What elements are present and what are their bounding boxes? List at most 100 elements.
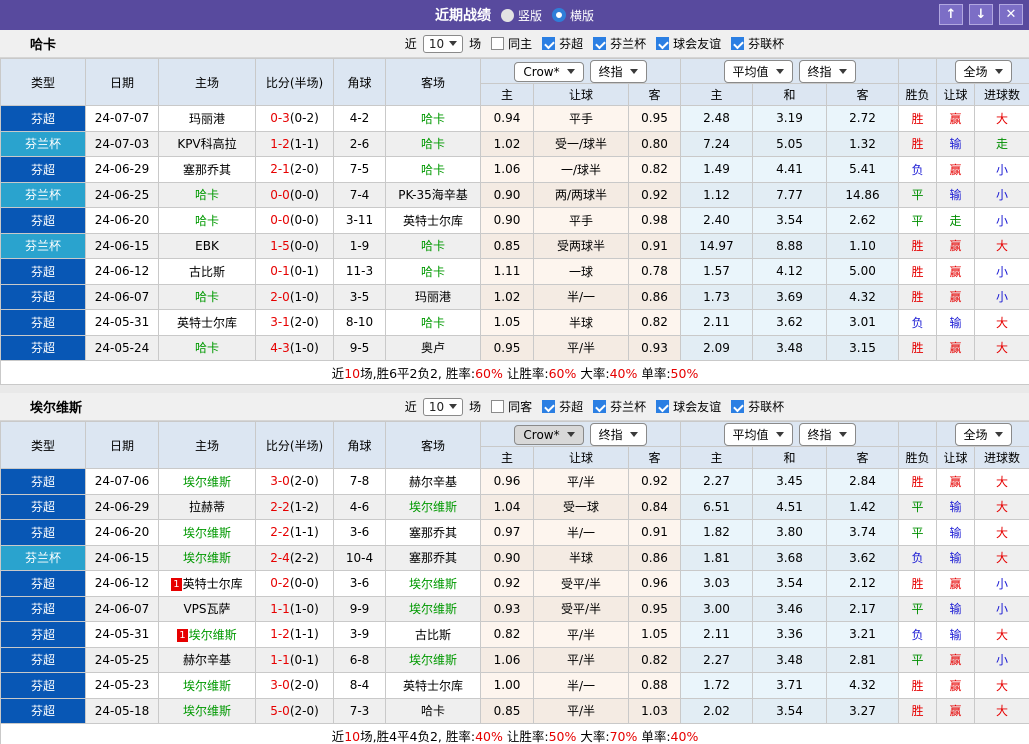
column-header: 主场 (159, 59, 256, 106)
home-team: 埃尔维斯 (159, 673, 256, 699)
away-team-name: 玛丽港 (415, 290, 451, 304)
result-winloss: 胜 (899, 571, 937, 597)
home-team: 哈卡 (159, 208, 256, 234)
league-badge: 芬超 (1, 596, 86, 622)
result-handicap: 赢 (937, 284, 975, 310)
games-count-select[interactable]: 10 (423, 398, 463, 416)
average-select[interactable]: 平均值 (724, 423, 793, 446)
home-team-name: 埃尔维斯 (189, 628, 237, 642)
halftime-score: (1-2) (290, 500, 319, 514)
odds-stage-select-2[interactable]: 终指 (799, 60, 856, 83)
corner-score: 8-10 (334, 310, 386, 336)
recent-label: 近 (405, 35, 417, 52)
handicap-odds-away: 0.96 (629, 571, 681, 597)
league-filter-checkbox[interactable] (593, 37, 606, 50)
league-filter-checkbox[interactable] (731, 400, 744, 413)
layout-vertical-radio[interactable]: 竖版 (501, 7, 542, 24)
match-date: 24-05-18 (86, 698, 159, 724)
layout-horizontal-radio[interactable]: 横版 (552, 7, 594, 24)
halftime-score: (2-0) (290, 162, 319, 176)
column-subheader: 胜负 (899, 447, 937, 469)
league-badge: 芬超 (1, 647, 86, 673)
handicap-odds-away: 1.03 (629, 698, 681, 724)
same-venue-checkbox[interactable] (491, 400, 504, 413)
result-handicap: 赢 (937, 106, 975, 132)
away-team-name: 哈卡 (421, 163, 445, 177)
handicap-odds-away: 0.92 (629, 182, 681, 208)
home-team-name: 古比斯 (189, 265, 225, 279)
match-score: 3-0(2-0) (256, 469, 334, 495)
corner-score: 7-4 (334, 182, 386, 208)
home-team-name: 英特士尔库 (183, 577, 243, 591)
same-venue-checkbox[interactable] (491, 37, 504, 50)
column-header: 客场 (386, 422, 481, 469)
avg-odds-away: 1.10 (827, 233, 899, 259)
fulltime-select[interactable]: 全场 (955, 60, 1012, 83)
away-team-name: 埃尔维斯 (409, 602, 457, 616)
match-date: 24-06-12 (86, 571, 159, 597)
column-subheader: 和 (753, 84, 827, 106)
avg-odds-away: 5.41 (827, 157, 899, 183)
bookmaker-select[interactable]: Crow* (514, 62, 583, 82)
avg-odds-away: 4.32 (827, 284, 899, 310)
league-filter-checkbox[interactable] (656, 400, 669, 413)
league-filter-checkbox[interactable] (656, 37, 669, 50)
handicap-odds-away: 1.05 (629, 622, 681, 648)
fulltime-score: 4-3 (270, 341, 290, 355)
odds-stage-select-2-label: 终指 (808, 63, 832, 80)
fulltime-score: 5-0 (270, 704, 290, 718)
layout-vertical-label: 竖版 (518, 7, 542, 24)
handicap-odds-home: 0.96 (481, 469, 534, 495)
handicap-odds-home: 1.00 (481, 673, 534, 699)
same-venue-label: 同客 (508, 398, 532, 415)
league-filter-checkbox[interactable] (731, 37, 744, 50)
table-row: 芬超24-05-24哈卡4-3(1-0)9-5奥卢0.95平/半0.932.09… (1, 335, 1029, 361)
avg-odds-away: 14.86 (827, 182, 899, 208)
close-button[interactable]: ✕ (999, 4, 1023, 25)
handicap-odds-home: 1.06 (481, 647, 534, 673)
away-team-name: PK-35海辛基 (398, 188, 467, 202)
match-date: 24-06-29 (86, 157, 159, 183)
games-count-value: 10 (429, 400, 444, 414)
games-count-select[interactable]: 10 (423, 35, 463, 53)
home-team: 拉赫蒂 (159, 494, 256, 520)
halftime-score: (2-0) (290, 678, 319, 692)
match-date: 24-06-20 (86, 520, 159, 546)
match-score: 0-1(0-1) (256, 259, 334, 285)
handicap-line: 平/半 (534, 622, 629, 648)
result-winloss: 负 (899, 157, 937, 183)
avg-odds-draw: 8.88 (753, 233, 827, 259)
avg-odds-home: 14.97 (681, 233, 753, 259)
move-down-button[interactable]: ↓ (969, 4, 993, 25)
league-filter-checkbox[interactable] (542, 400, 555, 413)
move-up-button[interactable]: ↑ (939, 4, 963, 25)
league-filter-checkbox[interactable] (542, 37, 555, 50)
odds-stage-select[interactable]: 终指 (590, 423, 647, 446)
league-filter-checkbox[interactable] (593, 400, 606, 413)
fulltime-score: 0-0 (270, 188, 290, 202)
avg-odds-home: 6.51 (681, 494, 753, 520)
sections-container: 哈卡近10场同主芬超芬兰杯球会友谊芬联杯类型日期主场比分(半场)角球客场Crow… (0, 30, 1029, 744)
average-select[interactable]: 平均值 (724, 60, 793, 83)
handicap-odds-home: 0.92 (481, 571, 534, 597)
handicap-odds-home: 0.82 (481, 622, 534, 648)
odds-stage-select-2[interactable]: 终指 (799, 423, 856, 446)
away-team: 哈卡 (386, 259, 481, 285)
handicap-line: 平手 (534, 208, 629, 234)
corner-score: 8-4 (334, 673, 386, 699)
bookmaker-select[interactable]: Crow* (514, 425, 583, 445)
match-score: 1-5(0-0) (256, 233, 334, 259)
corner-score: 3-11 (334, 208, 386, 234)
handicap-odds-away: 0.82 (629, 157, 681, 183)
handicap-odds-away: 0.98 (629, 208, 681, 234)
league-badge: 芬超 (1, 673, 86, 699)
match-score: 1-1(1-0) (256, 596, 334, 622)
away-team: 埃尔维斯 (386, 571, 481, 597)
fulltime-select[interactable]: 全场 (955, 423, 1012, 446)
column-subheader: 和 (753, 447, 827, 469)
summary-fragment: 让胜率: (503, 729, 549, 744)
league-badge: 芬超 (1, 698, 86, 724)
odds-stage-select[interactable]: 终指 (590, 60, 647, 83)
away-team: 古比斯 (386, 622, 481, 648)
handicap-odds-away: 0.84 (629, 494, 681, 520)
